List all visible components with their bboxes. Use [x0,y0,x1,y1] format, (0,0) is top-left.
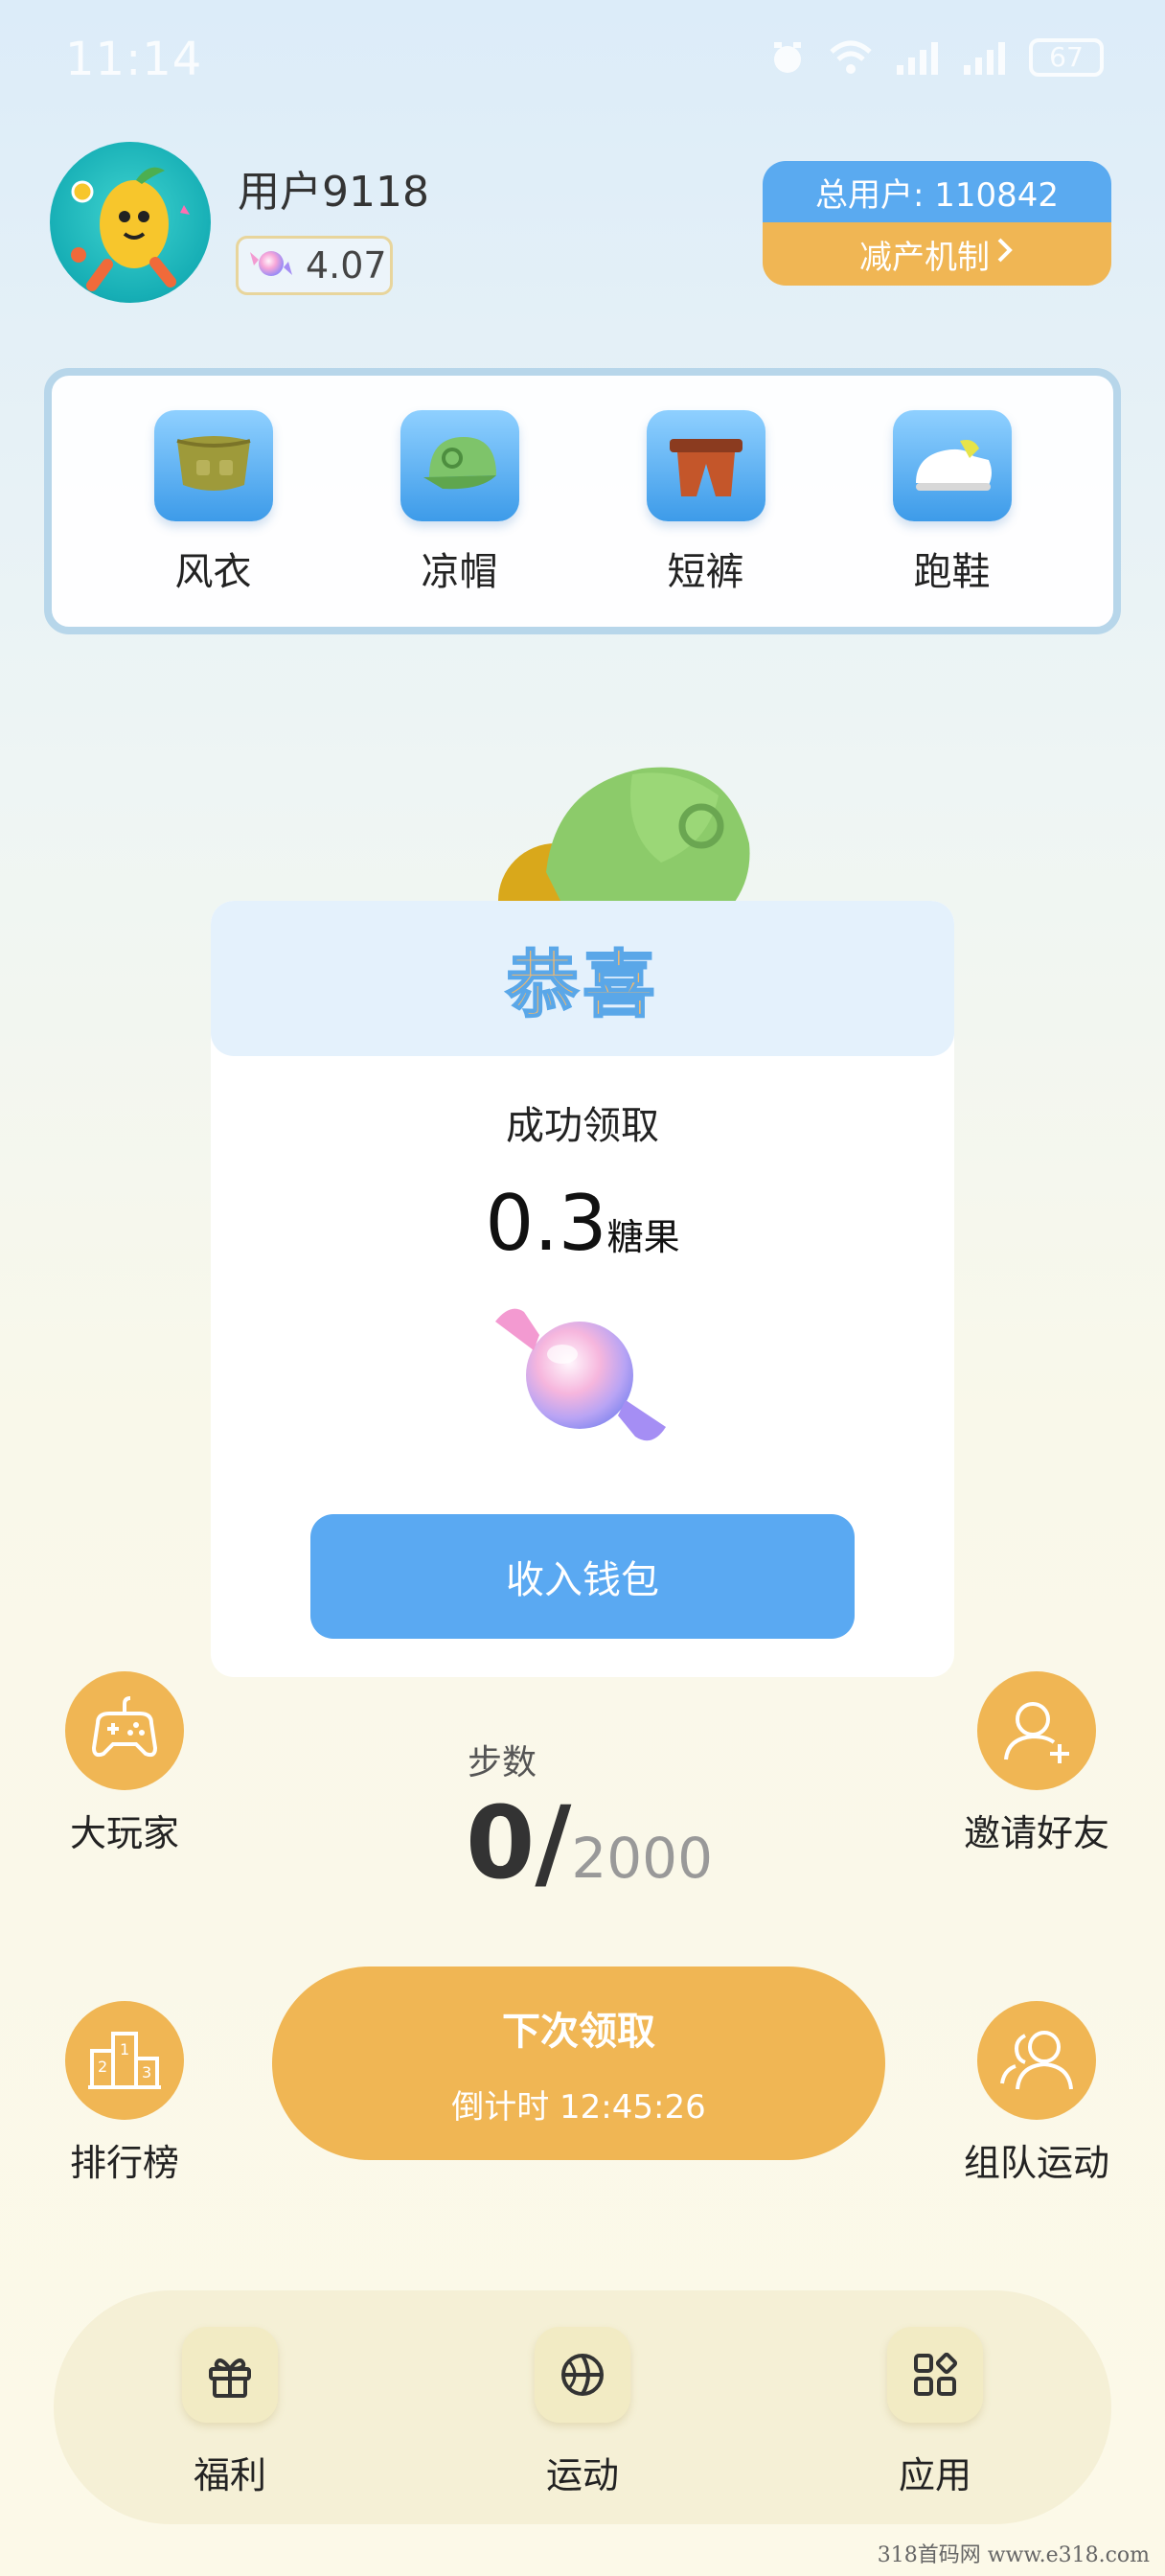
apps-icon [887,2327,983,2423]
reduction-mechanism-label: 减产机制 [859,238,990,277]
leaderboard-label: 排行榜 [69,2142,179,2184]
reward-unit: 糖果 [606,1216,680,1258]
steps-goal: 2000 [571,1826,713,1891]
nav-label: 福利 [193,2454,266,2496]
candy-balance-badge[interactable]: 4.07 [236,236,393,295]
shorts-icon [646,410,765,521]
candy-icon [211,1283,954,1465]
total-users: 总用户: 110842 [763,161,1111,222]
team-sports-button[interactable]: 组队运动 [941,2001,1132,2186]
team-sports-label: 组队运动 [963,2142,1109,2184]
steps-current: 0/ [466,1784,572,1901]
item-running-shoe[interactable]: 跑鞋 [880,410,1024,596]
candy-icon [248,241,294,290]
bottom-nav: 福利 运动 应用 [54,2290,1111,2524]
steps-counter: 0/2000 [466,1784,713,1901]
item-label: 跑鞋 [913,550,991,594]
big-player-label: 大玩家 [69,1812,179,1854]
reward-dialog: 恭喜 成功领取 0.3糖果 收入钱包 [211,901,954,1677]
countdown-timer: 倒计时 12:45:26 [451,2087,706,2127]
leaderboard-button[interactable]: 12 3 排行榜 [29,2001,220,2186]
nav-label: 应用 [898,2454,971,2496]
reduction-mechanism-link[interactable]: 减产机制 [763,222,1111,286]
signal-icon-2 [962,38,1008,77]
battery-indicator: 67 [1029,38,1104,77]
steps-label: 步数 [468,1743,537,1782]
reward-amount: 0.3糖果 [211,1179,954,1268]
alarm-icon [768,38,807,77]
running-shoe-icon [892,410,1012,521]
basketball-icon [535,2327,630,2423]
add-user-icon [977,1671,1096,1790]
item-cap[interactable]: 凉帽 [388,410,532,596]
mascot-illustration [489,757,766,901]
dialog-title: 恭喜 [505,941,659,1028]
next-claim-button[interactable]: 下次领取 倒计时 12:45:26 [272,1966,885,2160]
dialog-header: 恭喜 [211,901,954,1056]
trench-coat-icon [153,410,273,521]
team-icon [977,2001,1096,2120]
wifi-icon [828,38,874,77]
podium-icon: 12 3 [65,2001,184,2120]
item-shorts[interactable]: 短裤 [634,410,778,596]
watermark: 318首码网 www.e318.com [877,2543,1150,2567]
next-claim-title: 下次领取 [502,2009,655,2054]
svg-text:1: 1 [120,2040,129,2058]
status-time: 11:14 [65,33,203,86]
total-users-box: 总用户: 110842 减产机制 [763,161,1111,286]
item-trench-coat[interactable]: 风衣 [142,410,286,596]
invite-friends-label: 邀请好友 [963,1812,1109,1854]
chevron-right-icon [995,235,1015,273]
signal-icon [895,38,941,77]
svg-text:2: 2 [98,2058,107,2076]
big-player-button[interactable]: 大玩家 [29,1671,220,1856]
svg-text:3: 3 [142,2063,151,2082]
invite-friends-button[interactable]: 邀请好友 [941,1671,1132,1856]
candy-balance: 4.07 [306,244,387,287]
collect-to-wallet-button[interactable]: 收入钱包 [310,1514,855,1639]
nav-item-sports[interactable]: 运动 [506,2327,659,2498]
reward-value: 0.3 [485,1179,607,1268]
gift-icon [182,2327,278,2423]
nav-item-apps[interactable]: 应用 [858,2327,1012,2498]
avatar[interactable] [50,142,211,303]
item-label: 凉帽 [421,550,498,594]
username: 用户9118 [238,168,429,217]
item-label: 短裤 [667,550,744,594]
nav-item-welfare[interactable]: 福利 [153,2327,307,2498]
gamepad-icon [65,1671,184,1790]
nav-label: 运动 [545,2454,619,2496]
item-label: 风衣 [174,550,252,594]
dialog-subtitle: 成功领取 [506,1104,659,1148]
status-bar: 11:14 67 [0,0,1165,115]
cap-icon [400,410,519,521]
equipment-panel: 风衣 凉帽 短裤 跑鞋 [44,368,1121,634]
status-icons: 67 [768,36,1104,79]
